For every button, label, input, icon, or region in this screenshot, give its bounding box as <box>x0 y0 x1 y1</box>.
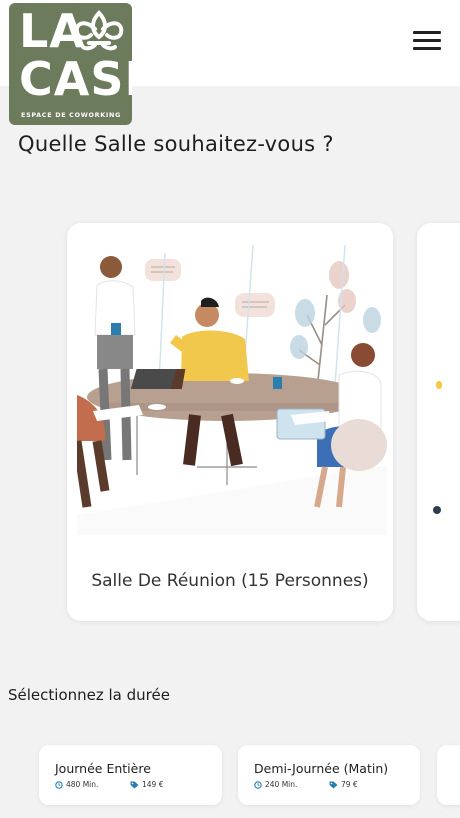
duration-section-title: Sélectionnez la durée <box>8 686 170 704</box>
duration-minutes: 240 Min. <box>254 780 297 789</box>
illustration-fragment <box>433 506 441 514</box>
hamburger-menu-icon[interactable] <box>410 28 442 54</box>
meeting-team-illustration <box>77 244 387 535</box>
duration-option-name: Journée Entière <box>55 761 151 776</box>
la-case-logo[interactable]: LA CASE ESPACE DE COWORKING <box>9 3 132 125</box>
room-card-salle-reunion[interactable]: Salle De Réunion (15 Personnes) <box>67 223 393 621</box>
price-tag-icon <box>329 781 338 788</box>
illustration-fragment <box>436 381 442 389</box>
page-title: Quelle Salle souhaitez-vous ? <box>18 132 334 156</box>
duration-option-journee-entiere[interactable]: Journée Entière 480 Min. 149 € <box>39 745 222 805</box>
clock-icon <box>55 780 63 789</box>
price-tag-icon <box>130 781 139 788</box>
duration-price: 149 € <box>130 780 163 789</box>
clock-icon <box>254 780 262 789</box>
duration-price: 79 € <box>329 780 358 789</box>
room-label: Salle De Réunion (15 Personnes) <box>91 571 369 591</box>
duration-option-demi-journee-matin[interactable]: Demi-Journée (Matin) 240 Min. 79 € <box>238 745 420 805</box>
logo-text-case: CASE <box>19 52 132 106</box>
room-card-next[interactable] <box>417 223 460 621</box>
fleur-de-lis-icon <box>74 10 124 51</box>
room-carousel[interactable]: Salle De Réunion (15 Personnes) <box>0 220 460 630</box>
duration-option-next[interactable] <box>437 745 460 805</box>
logo-subtitle: ESPACE DE COWORKING <box>21 111 121 119</box>
duration-minutes: 480 Min. <box>55 780 98 789</box>
duration-option-name: Demi-Journée (Matin) <box>254 761 389 776</box>
